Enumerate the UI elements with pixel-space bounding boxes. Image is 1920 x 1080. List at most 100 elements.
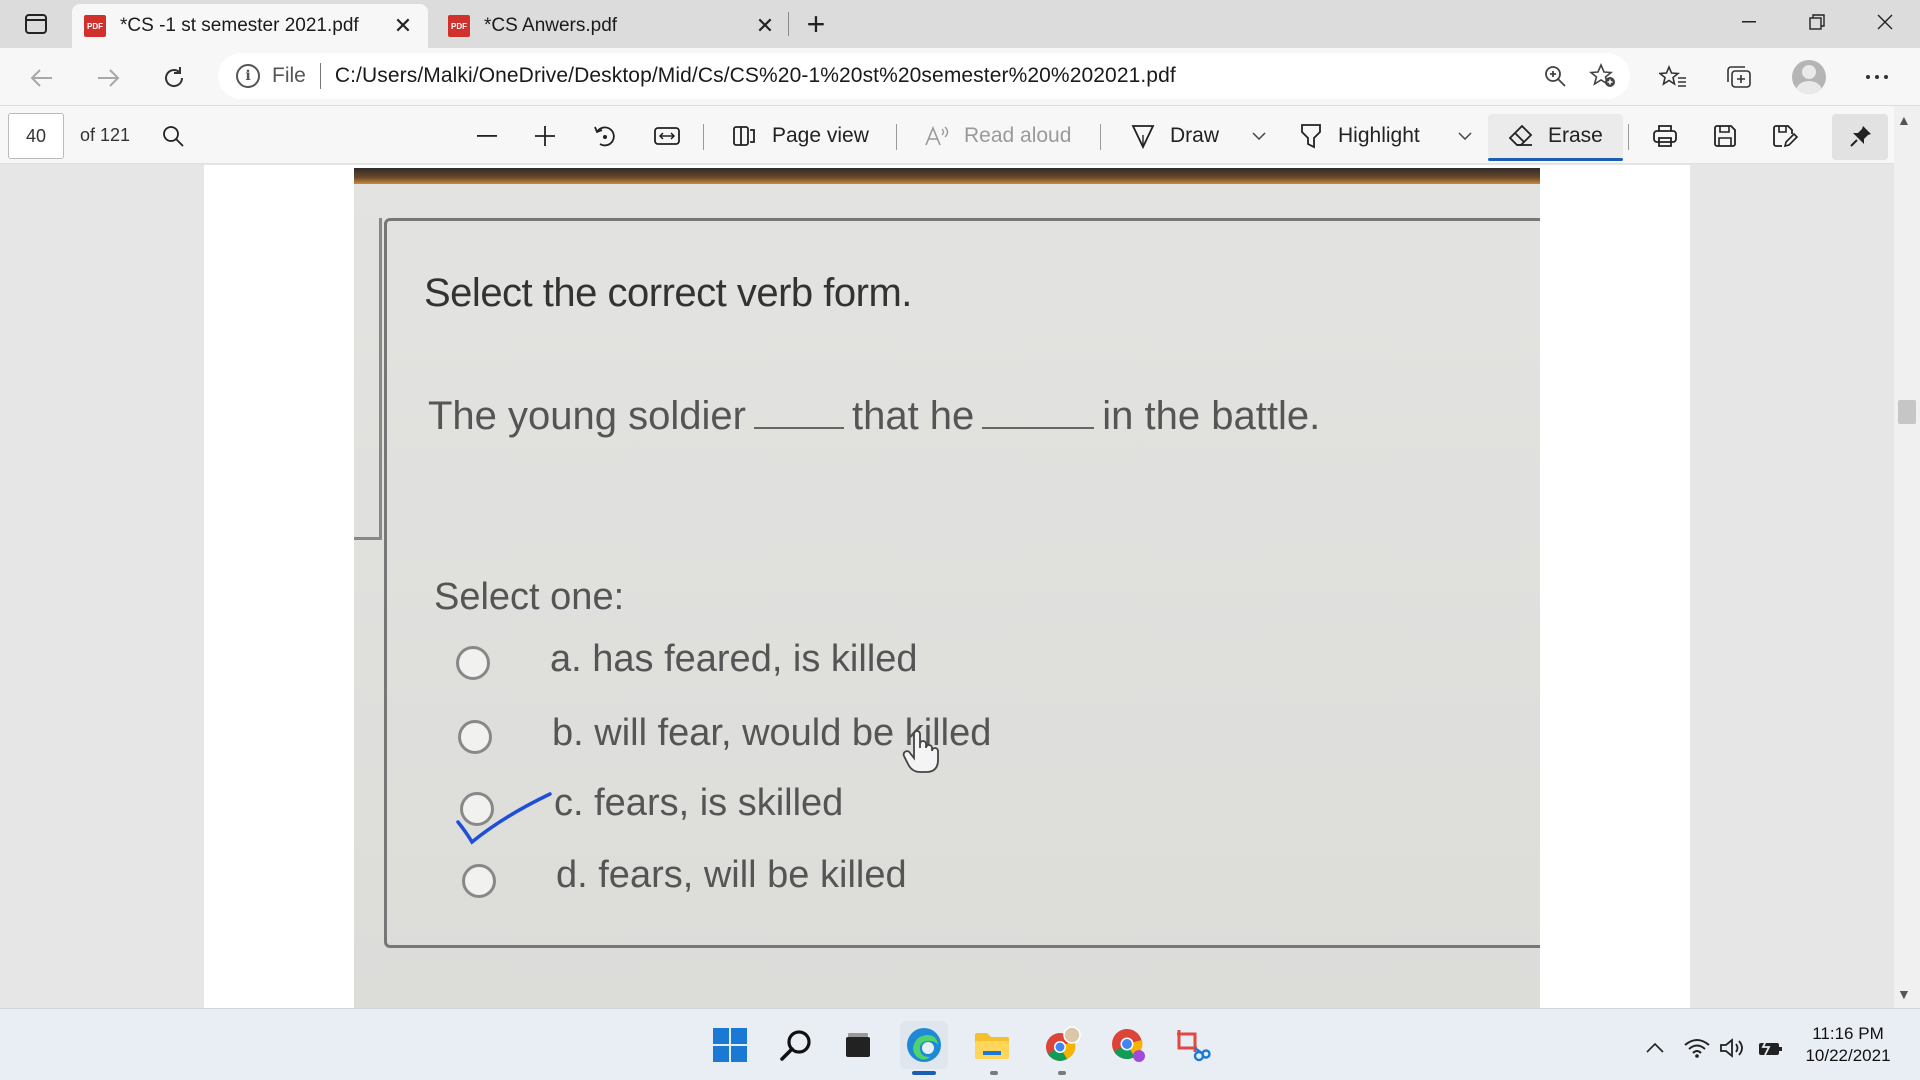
save-as-button[interactable] [1770, 116, 1800, 156]
zoom-in-icon [1545, 66, 1566, 87]
page-number-input[interactable]: 40 [8, 113, 64, 159]
zoom-out-button[interactable] [472, 116, 502, 156]
read-aloud-label: Read aloud [964, 124, 1072, 147]
adjacent-box-edge [354, 218, 382, 540]
toolbar-separator [703, 124, 704, 150]
radio-option-b[interactable] [458, 720, 492, 754]
taskbar-search-button[interactable] [772, 1021, 820, 1069]
hand-cursor-icon [902, 730, 939, 773]
windows-start-button[interactable] [706, 1021, 754, 1069]
profile-avatar[interactable] [1792, 60, 1826, 94]
url-divider [319, 63, 321, 89]
favorites-button[interactable] [1654, 58, 1692, 96]
zoom-in-button[interactable] [530, 116, 560, 156]
more-icon [1866, 75, 1888, 79]
select-one-label: Select one: [434, 576, 625, 618]
minimize-button[interactable] [1716, 0, 1782, 44]
system-clock[interactable]: 11:16 PM 10/22/2021 [1800, 1023, 1896, 1067]
close-tab-button[interactable]: ✕ [390, 13, 416, 39]
snipping-tool-button[interactable] [1168, 1021, 1216, 1069]
ink-checkmark-annotation [456, 792, 552, 845]
clock-time: 11:16 PM [1812, 1024, 1884, 1043]
search-icon [163, 126, 184, 147]
scrollbar-thumb[interactable] [1898, 400, 1916, 424]
highlight-button[interactable]: Highlight [1296, 116, 1420, 156]
minimize-icon [1742, 21, 1756, 23]
edge-taskbar-button[interactable] [900, 1021, 948, 1069]
pdf-viewer[interactable]: Select the correct verb form. The young … [0, 165, 1920, 1008]
draw-pen-icon [1131, 125, 1155, 149]
network-button[interactable] [1682, 1033, 1712, 1063]
tab-cs-answers[interactable]: PDF *CS Anwers.pdf ✕ [436, 4, 790, 48]
new-tab-button[interactable]: + [800, 6, 832, 42]
pdf-icon: PDF [84, 15, 106, 37]
chrome-button[interactable] [1104, 1021, 1152, 1069]
print-button[interactable] [1650, 116, 1680, 156]
highlight-label: Highlight [1338, 124, 1420, 147]
scroll-up-arrow[interactable]: ▲ [1897, 112, 1911, 128]
forward-arrow-icon [98, 69, 120, 87]
show-hidden-icons-button[interactable] [1640, 1033, 1670, 1063]
erase-button[interactable]: Erase [1506, 116, 1603, 156]
tab-title: *CS -1 st semester 2021.pdf [120, 15, 359, 36]
restore-icon [1809, 14, 1825, 30]
highlighter-icon [1301, 124, 1321, 149]
find-button[interactable] [158, 116, 188, 156]
back-arrow-icon [30, 69, 52, 87]
erase-active-indicator [1488, 158, 1623, 161]
back-button[interactable] [24, 60, 60, 96]
page-view-label: Page view [772, 124, 869, 147]
read-aloud-button[interactable]: Read aloud [922, 116, 1071, 156]
zoom-button[interactable] [1536, 57, 1574, 95]
tab-cs-semester[interactable]: PDF *CS -1 st semester 2021.pdf ✕ [72, 4, 428, 48]
draw-button[interactable]: Draw [1128, 116, 1219, 156]
print-icon [1653, 125, 1677, 147]
draw-options-dropdown[interactable] [1244, 116, 1274, 156]
info-icon[interactable]: i [236, 64, 260, 88]
tab-actions-icon [25, 14, 47, 34]
vertical-scrollbar[interactable] [1894, 106, 1920, 1008]
address-bar[interactable]: i File C:/Users/Malki/OneDrive/Desktop/M… [218, 53, 1630, 99]
eraser-icon [1508, 124, 1533, 146]
rotate-button[interactable] [590, 116, 620, 156]
plus-icon [535, 126, 555, 146]
chrome-icon [1112, 1029, 1145, 1062]
settings-more-button[interactable] [1858, 58, 1896, 96]
chrome-profile-button[interactable] [1038, 1021, 1086, 1069]
battery-button[interactable] [1756, 1033, 1786, 1063]
highlight-options-dropdown[interactable] [1450, 116, 1480, 156]
add-favorite-button[interactable] [1584, 57, 1622, 95]
scroll-down-arrow[interactable]: ▼ [1897, 986, 1911, 1002]
chevron-down-icon [1458, 132, 1472, 140]
forward-button[interactable] [90, 60, 126, 96]
close-window-button[interactable] [1852, 0, 1918, 44]
tab-separator [788, 12, 789, 36]
task-view-button[interactable] [834, 1021, 882, 1069]
refresh-icon [165, 67, 184, 87]
file-explorer-button[interactable] [968, 1021, 1016, 1069]
file-explorer-icon [975, 1033, 1009, 1059]
edge-icon [907, 1028, 941, 1062]
volume-button[interactable] [1718, 1033, 1748, 1063]
windows-start-icon [713, 1028, 747, 1062]
page-view-button[interactable]: Page view [730, 116, 869, 156]
restore-button[interactable] [1784, 0, 1850, 44]
star-add-icon [1589, 63, 1615, 87]
favorites-icon [1659, 65, 1686, 87]
answer-blank [753, 427, 844, 429]
refresh-button[interactable] [156, 60, 192, 96]
save-button[interactable] [1710, 116, 1740, 156]
url-text[interactable]: C:/Users/Malki/OneDrive/Desktop/Mid/Cs/C… [335, 64, 1176, 88]
tab-actions-menu[interactable] [12, 10, 60, 38]
fit-width-button[interactable] [652, 116, 682, 156]
option-c-label: c. fears, is skilled [554, 782, 844, 824]
close-tab-button[interactable]: ✕ [752, 13, 778, 39]
running-indicator [1058, 1071, 1066, 1075]
url-scheme-label: File [272, 64, 306, 87]
pin-toolbar-button[interactable] [1846, 116, 1876, 156]
chevron-down-icon [1252, 132, 1266, 140]
radio-option-a[interactable] [456, 646, 490, 680]
radio-option-d[interactable] [462, 864, 496, 898]
question-photo: Select the correct verb form. The young … [354, 168, 1540, 1008]
collections-button[interactable] [1720, 58, 1758, 96]
